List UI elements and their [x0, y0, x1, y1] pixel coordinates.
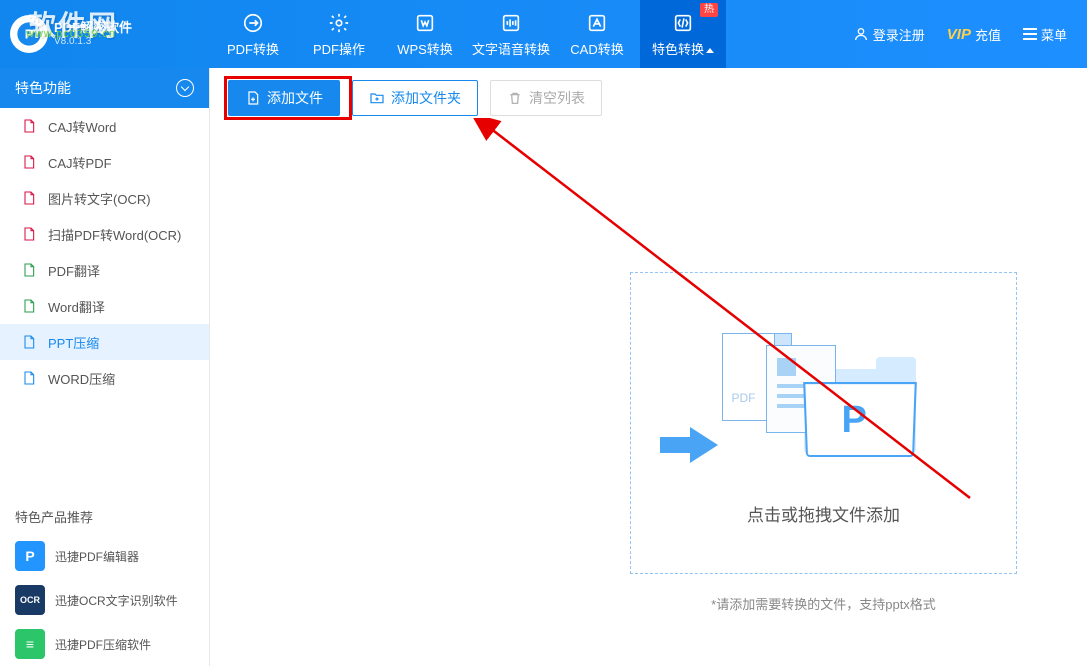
hamburger-icon	[1023, 28, 1037, 40]
sidebar-item-ppt-compress[interactable]: PPT压缩	[0, 324, 209, 360]
special-icon	[671, 11, 695, 35]
drop-zone-title: 点击或拖拽文件添加	[747, 501, 900, 526]
nav-label: 特色转换	[652, 39, 714, 58]
sidebar-item-label: PDF翻译	[48, 261, 100, 280]
sidebar-item-label: CAJ转PDF	[48, 153, 112, 172]
nav-label: CAD转换	[570, 39, 623, 58]
promo-icon: OCR	[15, 585, 45, 615]
drop-illustration: P PDF	[704, 321, 904, 481]
nav-tab-cad[interactable]: CAD转换	[554, 0, 640, 68]
doc-icon	[20, 261, 38, 279]
nav-tab-special[interactable]: 热 特色转换	[640, 0, 726, 68]
doc-icon	[20, 333, 38, 351]
nav-label: PDF转换	[227, 39, 279, 58]
nav-tab-text-speech[interactable]: 文字语音转换	[468, 0, 554, 68]
button-label: 清空列表	[529, 88, 585, 108]
nav-tab-wps[interactable]: WPS转换	[382, 0, 468, 68]
sidebar-item-caj-word[interactable]: CAJ转Word	[0, 108, 209, 144]
doc-icon	[20, 225, 38, 243]
add-file-button[interactable]: 添加文件	[228, 80, 340, 116]
promo-header: 特色产品推荐	[0, 495, 209, 534]
cad-icon	[585, 11, 609, 35]
doc-icon	[20, 153, 38, 171]
promo-item-pdf-editor[interactable]: P 迅捷PDF编辑器	[0, 534, 209, 578]
sidebar-header-title: 特色功能	[15, 78, 71, 98]
nav-label: 文字语音转换	[472, 39, 550, 58]
user-icon	[853, 26, 869, 42]
sidebar-item-label: WORD压缩	[48, 369, 115, 388]
audio-icon	[499, 11, 523, 35]
sidebar-item-word-compress[interactable]: WORD压缩	[0, 360, 209, 396]
menu-label: 菜单	[1041, 25, 1067, 44]
chevron-down-icon	[176, 79, 194, 97]
convert-icon	[241, 11, 265, 35]
vip-button[interactable]: VIP 充值	[947, 25, 1001, 44]
wps-icon	[413, 11, 437, 35]
hot-badge: 热	[700, 3, 718, 17]
nav-label: WPS转换	[397, 39, 453, 58]
toolbar: 添加文件 添加文件夹 清空列表	[228, 80, 1069, 116]
promo-label: 迅捷OCR文字识别软件	[55, 592, 178, 609]
login-button[interactable]: 登录注册	[853, 25, 925, 44]
trash-icon	[507, 90, 523, 106]
pdf-label: PDF	[732, 391, 756, 405]
nav-tab-pdf-operate[interactable]: PDF操作	[296, 0, 382, 68]
promo-label: 迅捷PDF编辑器	[55, 548, 139, 565]
chevron-up-icon	[706, 48, 714, 53]
folder-plus-icon	[369, 90, 385, 106]
button-label: 添加文件夹	[391, 88, 461, 108]
doc-icon	[20, 117, 38, 135]
promo-icon: P	[15, 541, 45, 571]
nav-tabs: PDF转换 PDF操作 WPS转换 文字语音转换 CAD转换 热 特色转换	[210, 0, 853, 68]
sidebar: 特色功能 CAJ转Word CAJ转PDF 图片转文字(OCR) 扫描PDF转W…	[0, 68, 210, 666]
file-plus-icon	[245, 90, 261, 106]
drop-zone[interactable]: P PDF 点击或拖拽文件添加 *请添加需要转换的文件，支持pptx格式	[630, 272, 1017, 574]
sidebar-item-caj-pdf[interactable]: CAJ转PDF	[0, 144, 209, 180]
svg-text:P: P	[25, 27, 34, 42]
button-label: 添加文件	[267, 88, 323, 108]
doc-icon	[20, 297, 38, 315]
main-panel: 添加文件 添加文件夹 清空列表 P	[210, 68, 1087, 666]
sidebar-item-label: PPT压缩	[48, 333, 99, 352]
top-navbar: P PDF解密软件 V8.0.1.3 软件网 www.pc0359.cn PDF…	[0, 0, 1087, 68]
recharge-label: 充值	[975, 25, 1001, 44]
login-label: 登录注册	[873, 25, 925, 44]
doc-icon	[20, 369, 38, 387]
sidebar-item-label: Word翻译	[48, 297, 105, 316]
clear-list-button[interactable]: 清空列表	[490, 80, 602, 116]
sidebar-item-label: 扫描PDF转Word(OCR)	[48, 225, 181, 244]
doc-icon	[20, 189, 38, 207]
sidebar-item-word-translate[interactable]: Word翻译	[0, 288, 209, 324]
sidebar-item-pdf-translate[interactable]: PDF翻译	[0, 252, 209, 288]
sidebar-header[interactable]: 特色功能	[0, 68, 209, 108]
sidebar-item-img-ocr[interactable]: 图片转文字(OCR)	[0, 180, 209, 216]
vip-label: VIP	[947, 26, 971, 43]
add-folder-button[interactable]: 添加文件夹	[352, 80, 478, 116]
app-title: PDF解密软件	[54, 20, 132, 36]
app-logo-icon: P	[10, 15, 48, 53]
sidebar-item-scan-ocr[interactable]: 扫描PDF转Word(OCR)	[0, 216, 209, 252]
sidebar-item-label: CAJ转Word	[48, 117, 116, 136]
nav-tab-pdf-convert[interactable]: PDF转换	[210, 0, 296, 68]
app-version: V8.0.1.3	[54, 36, 132, 48]
menu-button[interactable]: 菜单	[1023, 25, 1067, 44]
drop-zone-hint: *请添加需要转换的文件，支持pptx格式	[631, 594, 1016, 613]
promo-item-ocr[interactable]: OCR 迅捷OCR文字识别软件	[0, 578, 209, 622]
promo-label: 迅捷PDF压缩软件	[55, 636, 151, 653]
promo-item-compress[interactable]: ≡ 迅捷PDF压缩软件	[0, 622, 209, 666]
sidebar-item-label: 图片转文字(OCR)	[48, 189, 151, 208]
nav-label: PDF操作	[313, 39, 365, 58]
promo-icon: ≡	[15, 629, 45, 659]
gear-icon	[327, 11, 351, 35]
logo-area: P PDF解密软件 V8.0.1.3	[0, 15, 210, 53]
top-right-area: 登录注册 VIP 充值 菜单	[853, 25, 1087, 44]
